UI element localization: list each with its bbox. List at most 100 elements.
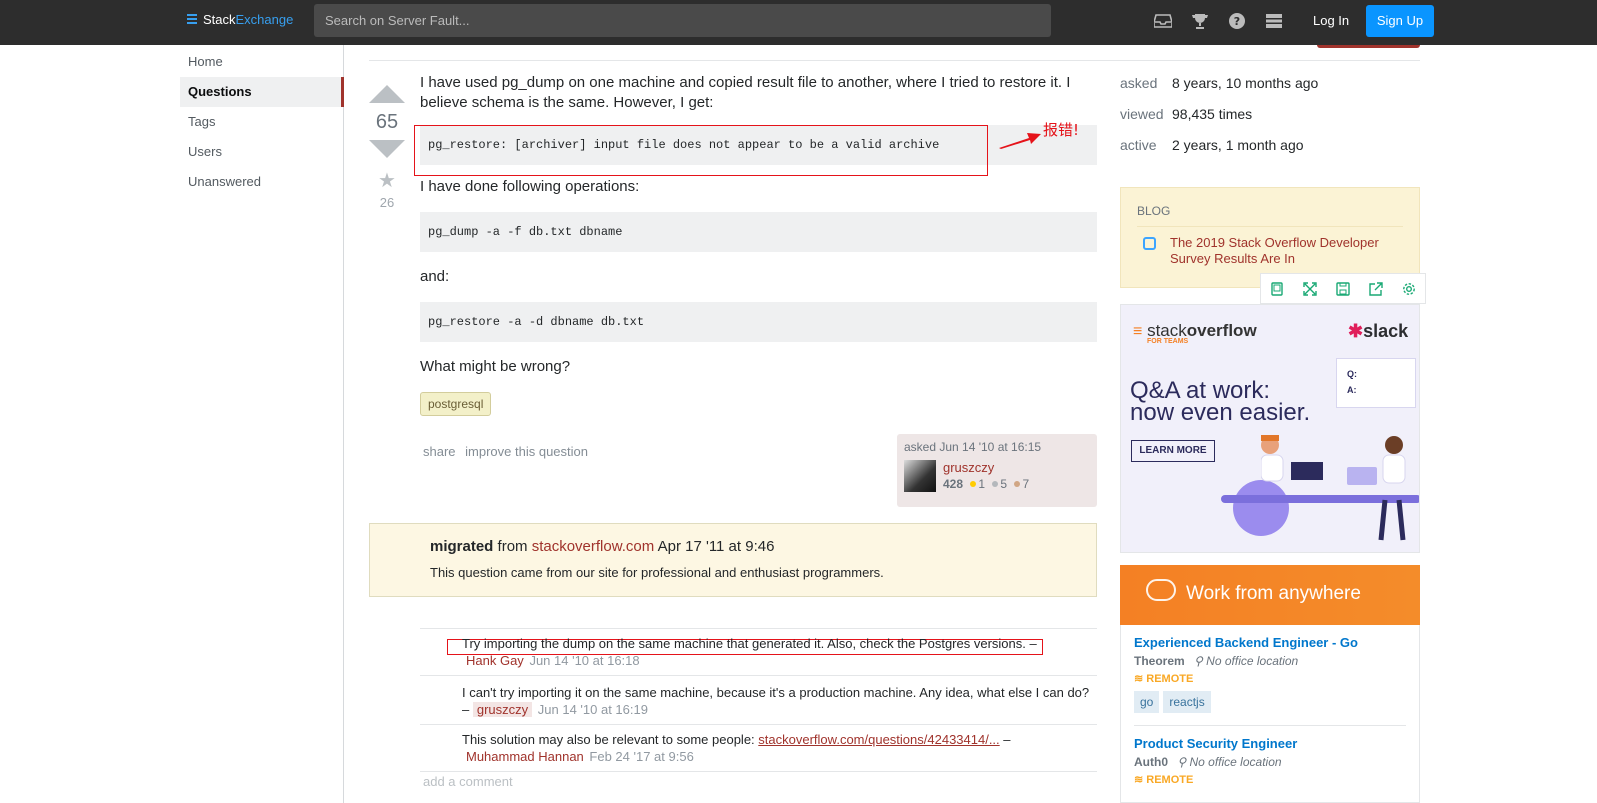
tablet-icon[interactable]	[1261, 274, 1294, 303]
speech-bubble-icon	[1143, 237, 1156, 250]
comment-user-owner[interactable]: gruszczy	[472, 702, 533, 717]
improve-link[interactable]: improve this question	[465, 444, 588, 459]
stackoverflow-teams-logo: ≡ stackoverflow FOR TEAMS	[1133, 321, 1257, 345]
comment: I can't try importing it on the same mac…	[420, 676, 1097, 725]
annotation-label: 报错!	[1043, 121, 1080, 139]
stat-viewed-label: viewed	[1120, 106, 1164, 122]
learn-more-button[interactable]: LEARN MORE	[1131, 440, 1215, 462]
top-icons: ?	[1152, 10, 1285, 32]
floating-toolbar	[1260, 273, 1426, 304]
logo-exchange: Exchange	[235, 12, 294, 27]
nav-questions[interactable]: Questions	[180, 77, 344, 107]
settings-gear-icon[interactable]	[1392, 274, 1425, 303]
inbox-icon[interactable]	[1152, 10, 1174, 32]
search-input[interactable]: Search on Server Fault...	[314, 4, 1051, 37]
tag-postgresql[interactable]: postgresql	[420, 392, 492, 416]
divider	[369, 60, 1420, 61]
nav-users[interactable]: Users	[180, 137, 343, 167]
ad-headline: Q&A at work: now even easier.	[1130, 379, 1311, 426]
add-comment-link[interactable]: add a comment	[423, 774, 513, 789]
cloud-icon	[1146, 579, 1176, 601]
ad-headline-2: now even easier.	[1130, 399, 1311, 426]
code-block-restore: pg_restore -a -d dbname db.txt	[420, 302, 1097, 342]
migrated-site-link[interactable]: stackoverflow.com	[532, 538, 655, 555]
comment: Try importing the dump on the same machi…	[420, 629, 1097, 676]
stackexchange-logo[interactable]: StackExchange	[187, 12, 293, 27]
comment-date[interactable]: Jun 14 '10 at 16:18	[529, 653, 639, 668]
blog-item-link[interactable]: The 2019 Stack Overflow Developer Survey…	[1170, 235, 1403, 267]
nav-tags[interactable]: Tags	[180, 107, 343, 137]
question-stats: asked 8 years, 10 months ago viewed 98,435…	[1120, 73, 1420, 166]
owner-card: asked Jun 14 '10 at 16:15 gruszczy 428 1…	[897, 434, 1097, 507]
post-paragraph: What might be wrong?	[420, 358, 571, 375]
comment-text: This solution may also be relevant to so…	[462, 732, 755, 747]
trophy-icon[interactable]	[1189, 10, 1211, 32]
annotation-box-error	[414, 125, 988, 176]
bronze-badge-icon	[1014, 481, 1021, 487]
comments-list: Try importing the dump on the same machi…	[420, 628, 1097, 772]
share-icon[interactable]	[1359, 274, 1392, 303]
stackoverflow-icon: ≡	[1133, 323, 1143, 340]
job-location: No office location	[1206, 654, 1299, 668]
job-remote: REMOTE	[1146, 673, 1194, 685]
avatar[interactable]	[904, 460, 936, 492]
comment-text: Try importing the dump on the same machi…	[462, 636, 1037, 651]
job-tag[interactable]: reactjs	[1163, 691, 1211, 713]
user-link[interactable]: gruszczy	[943, 460, 994, 475]
bronze-count: 7	[1022, 477, 1030, 491]
rep-score: 428	[943, 477, 964, 491]
migrated-notice: migrated from stackoverflow.com Apr 17 '…	[369, 523, 1097, 597]
slack-icon: ✱	[1348, 321, 1364, 341]
fullscreen-icon[interactable]	[1294, 274, 1327, 303]
site-switcher-icon[interactable]	[1263, 10, 1285, 32]
comment-user[interactable]: Hank Gay	[466, 653, 524, 668]
nav-unanswered[interactable]: Unanswered	[180, 167, 343, 197]
ask-question-button-edge[interactable]	[1317, 45, 1420, 48]
comment-date[interactable]: Jun 14 '10 at 16:19	[538, 702, 648, 717]
comment-date[interactable]: Feb 24 '17 at 9:56	[589, 749, 693, 764]
silver-count: 5	[1000, 477, 1008, 491]
jobs-banner[interactable]: Work from anywhere	[1120, 565, 1420, 625]
save-icon[interactable]	[1327, 274, 1360, 303]
logo-stack: Stack	[203, 12, 236, 27]
gold-badge-icon	[970, 481, 977, 487]
qa-card: Q: A:	[1336, 358, 1416, 408]
login-link[interactable]: Log In	[1313, 13, 1349, 28]
silver-badge-icon	[992, 481, 999, 487]
stat-active-label: active	[1120, 137, 1157, 153]
job-title[interactable]: Product Security Engineer	[1134, 736, 1406, 751]
blog-item[interactable]: The 2019 Stack Overflow Developer Survey…	[1137, 235, 1403, 267]
comment: This solution may also be relevant to so…	[420, 725, 1097, 772]
stat-viewed-value: 98,435 times	[1172, 106, 1253, 122]
favorite-star-icon[interactable]: ★	[369, 168, 405, 193]
left-sidebar: Home Questions Tags Users Unanswered	[180, 45, 344, 803]
gold-count: 1	[978, 477, 986, 491]
job-location: No office location	[1189, 755, 1282, 769]
share-link[interactable]: share	[423, 444, 456, 459]
help-icon[interactable]: ?	[1226, 10, 1248, 32]
signup-button[interactable]: Sign Up	[1366, 5, 1434, 37]
comment-dash: –	[1003, 732, 1011, 747]
stackexchange-icon	[187, 13, 197, 26]
location-pin-icon: ⚲	[1177, 755, 1187, 769]
job-listing: Product Security Engineer Auth0 ⚲ No off…	[1134, 726, 1406, 786]
migrated-note: This question came from our site for pro…	[430, 565, 884, 580]
vote-count: 65	[375, 111, 399, 133]
user-reputation: 428 1 5 7	[943, 477, 1029, 491]
teams-ad[interactable]: ≡ stackoverflow FOR TEAMS ✱slack Q: A: Q…	[1120, 304, 1420, 553]
svg-text:?: ?	[1234, 15, 1240, 28]
job-tag[interactable]: go	[1134, 691, 1160, 713]
downvote-icon[interactable]	[369, 140, 405, 158]
comment-user[interactable]: Muhammad Hannan	[466, 749, 584, 764]
stat-active-value[interactable]: 2 years, 1 month ago	[1172, 135, 1304, 166]
nav-home[interactable]: Home	[180, 47, 343, 77]
comment-link[interactable]: stackoverflow.com/questions/42433414/...	[758, 732, 999, 747]
wifi-icon: ≋	[1134, 774, 1144, 786]
job-remote: REMOTE	[1146, 774, 1194, 786]
code-block-dump: pg_dump -a -f db.txt dbname	[420, 212, 1097, 252]
job-title[interactable]: Experienced Backend Engineer - Go	[1134, 635, 1406, 650]
so-overflow: overflow	[1186, 321, 1257, 340]
job-listing: Experienced Backend Engineer - Go Theore…	[1134, 625, 1406, 726]
migrated-from: from	[497, 538, 528, 555]
upvote-icon[interactable]	[369, 85, 405, 103]
